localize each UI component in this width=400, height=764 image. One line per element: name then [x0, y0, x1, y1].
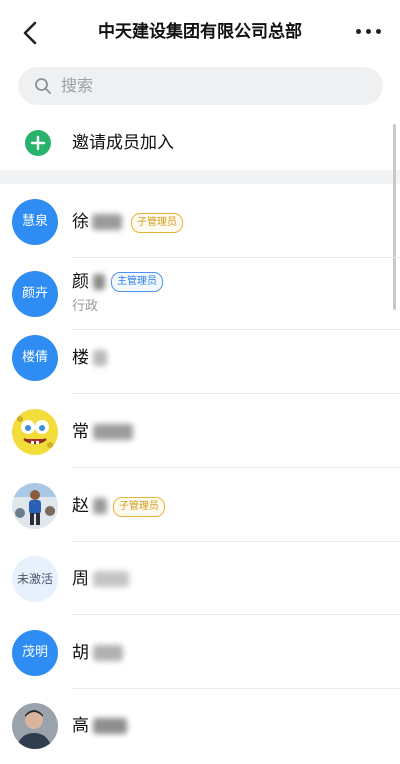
redacted-name: [93, 424, 133, 440]
member-name: 高: [72, 716, 89, 736]
avatar-text: 茂明: [21, 645, 48, 660]
person-photo-avatar: [12, 703, 58, 749]
avatar: 楼倩: [12, 335, 58, 381]
redacted-name: [93, 571, 129, 587]
member-row[interactable]: 赵 子管理员: [0, 470, 400, 542]
divider: [72, 393, 400, 394]
role-badge: 子管理员: [113, 497, 165, 517]
role-badge: 主管理员: [111, 272, 163, 292]
member-row[interactable]: 慧泉 徐 子管理员: [0, 186, 400, 258]
divider: [72, 467, 400, 468]
member-department: 行政: [72, 299, 99, 314]
member-name: 楼: [72, 348, 89, 368]
more-icon[interactable]: [352, 26, 384, 38]
page-title: 中天建设集团有限公司总部: [98, 22, 302, 42]
member-name: 周: [72, 569, 89, 589]
plus-icon: [25, 130, 51, 156]
sponge-cartoon-avatar: [12, 409, 58, 455]
search-placeholder: 搜索: [61, 76, 94, 95]
member-row[interactable]: 高: [0, 690, 400, 762]
role-badge: 子管理员: [131, 213, 183, 233]
avatar: 颜卉: [12, 271, 58, 317]
avatar: 未激活: [12, 556, 58, 602]
redacted-name: [93, 498, 107, 514]
redacted-name: [93, 645, 123, 661]
member-name: 颜: [72, 272, 89, 292]
invite-member-button[interactable]: 邀请成员加入: [0, 120, 400, 166]
redacted-name: [92, 214, 122, 230]
avatar: 慧泉: [12, 199, 58, 245]
member-name: 赵: [72, 496, 89, 516]
avatar: 茂明: [12, 630, 58, 676]
search-input[interactable]: 搜索: [18, 67, 383, 105]
member-row[interactable]: 常: [0, 396, 400, 468]
avatar-text: 慧泉: [21, 214, 48, 229]
member-name: 徐: [72, 212, 89, 232]
divider: [72, 541, 400, 542]
avatar-text: 楼倩: [21, 350, 48, 365]
member-row[interactable]: 未激活 周: [0, 543, 400, 615]
member-row[interactable]: 楼倩 楼: [0, 322, 400, 394]
divider: [72, 688, 400, 689]
search-icon: [35, 78, 51, 94]
redacted-name: [93, 274, 105, 290]
avatar-text: 未激活: [16, 572, 53, 586]
redacted-name: [93, 350, 107, 366]
member-name: 胡: [72, 643, 89, 663]
avatar-text: 颜卉: [21, 286, 48, 301]
member-name: 常: [72, 422, 89, 442]
member-row[interactable]: 茂明 胡: [0, 617, 400, 689]
section-divider: [0, 170, 400, 184]
member-row[interactable]: 颜卉 颜 主管理员 行政: [0, 258, 400, 330]
runner-photo-avatar: [12, 483, 58, 529]
divider: [72, 614, 400, 615]
redacted-name: [93, 718, 127, 734]
invite-label: 邀请成员加入: [72, 133, 174, 153]
